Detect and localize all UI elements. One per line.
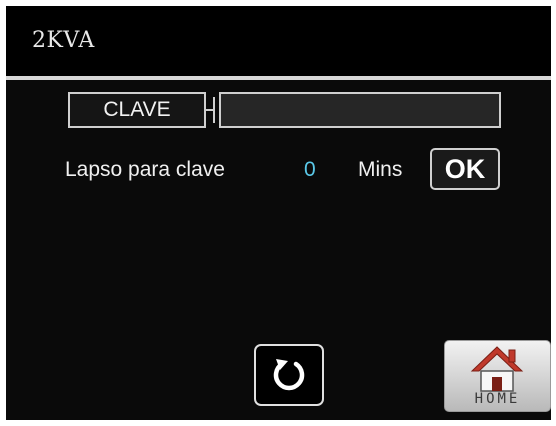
timeout-value[interactable]: 0: [304, 158, 316, 182]
password-input[interactable]: [219, 92, 501, 128]
field-connector-bar: [213, 97, 215, 123]
refresh-button[interactable]: [254, 344, 324, 406]
home-button[interactable]: HOME: [444, 340, 551, 412]
screen: 2KVA CLAVE Lapso para clave 0 Mins OK HO…: [6, 6, 551, 420]
clave-label: CLAVE: [68, 92, 206, 128]
ok-button[interactable]: OK: [430, 148, 500, 190]
refresh-icon: [273, 359, 305, 391]
home-icon: [470, 346, 524, 392]
title-divider: [6, 76, 551, 80]
timeout-unit: Mins: [358, 158, 403, 181]
timeout-label: Lapso para clave: [65, 158, 225, 181]
page-title: 2KVA: [32, 28, 95, 53]
home-label: HOME: [474, 391, 521, 407]
title-bar: 2KVA: [6, 6, 551, 76]
